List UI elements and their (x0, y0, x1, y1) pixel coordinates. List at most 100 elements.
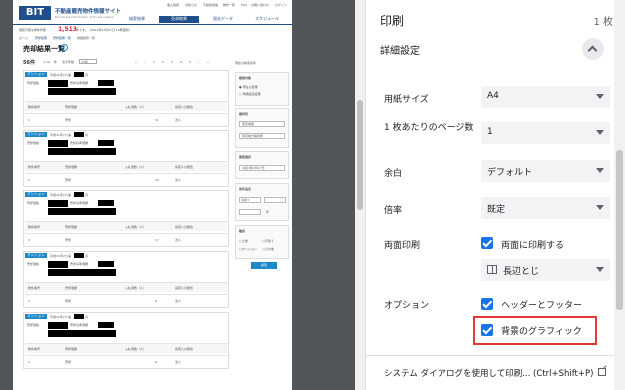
nav-item[interactable]: スケジュール (247, 16, 287, 22)
page-link[interactable]: ‹ (144, 60, 145, 64)
duplex-checkbox-label: 両面に印刷する (501, 241, 565, 251)
redacted-block (48, 140, 68, 147)
chevron-up-icon (587, 45, 598, 56)
type-checkbox[interactable]: □マンション (239, 247, 257, 251)
redacted-block (48, 200, 68, 207)
redacted-block (48, 208, 116, 215)
type-tag: マンション (25, 253, 47, 258)
paper-size-select[interactable]: A4 (481, 86, 610, 108)
table-row: 3 売却 17 法人 (25, 233, 227, 245)
open-external-icon[interactable] (598, 365, 607, 376)
result-card[interactable]: マンション 平成31年(ケ)第円売却価格 売却基準価額 物件番号 売却価額 入札者数（人）… (23, 190, 229, 247)
table-header: 物件番号 売却価額 入札者数（人） 買受人の属性 (25, 161, 227, 171)
filter-conditions: 条件指定 令和3 年 (235, 183, 289, 221)
duplex-label: 両面印刷 (384, 241, 421, 251)
redacted-block (74, 132, 84, 137)
duplex-checkbox[interactable] (481, 237, 493, 249)
divider (366, 355, 615, 356)
print-settings-panel: 印刷 1 枚 詳細設定 用紙サイズ A4 1 枚あたりのページ数 1 余白 デフ… (365, 0, 625, 390)
from-month[interactable] (264, 197, 286, 203)
per-page-select[interactable]: 10件 (79, 59, 97, 64)
top-link[interactable]: 物件一覧 (223, 3, 235, 7)
redacted-block (98, 322, 114, 328)
table-header: 物件番号 売却価額 入札者数（人） 買受人の属性 (25, 343, 227, 353)
scale-label: 倍率 (384, 206, 403, 216)
book-icon (487, 265, 497, 274)
filter-period: 期間選択 令和3年2月17日 (235, 151, 289, 179)
search-button[interactable]: 検索 (251, 262, 277, 269)
date-select[interactable]: 令和3年2月17日 (239, 165, 285, 171)
page-link[interactable]: 2 (162, 60, 164, 64)
top-links: 個人情報 お知らせ 不動産用語 物件一覧 FAQ お問い合わせ ログイン (167, 3, 289, 9)
top-link[interactable]: ログイン (275, 3, 287, 7)
chevron-down-icon (596, 130, 604, 135)
type-checkbox[interactable]: □その他 (262, 247, 274, 251)
print-title: 印刷 (380, 14, 405, 28)
nav-item[interactable]: 検索結果 (117, 16, 157, 22)
page-link[interactable]: 1 (153, 60, 155, 64)
page-link[interactable]: » (207, 60, 209, 64)
options-label: オプション (384, 301, 430, 311)
page-link[interactable]: « (135, 60, 137, 64)
result-card[interactable]: マンション 平成31年(ケ)第円売却価格 売却基準価額 物件番号 売却価額 入札者数（人）… (23, 312, 229, 369)
redacted-block (48, 261, 68, 268)
top-link[interactable]: FAQ (241, 3, 247, 7)
collapse-button[interactable] (582, 38, 604, 60)
redacted-block (74, 253, 84, 258)
top-link[interactable]: お問い合わせ (251, 3, 269, 7)
result-card[interactable]: マンション 平成31年(ケ)第円売却価格 売却基準価額 物件番号 売却価額 入札者数（人）… (23, 70, 229, 127)
type-checkbox[interactable]: □戸建て (262, 239, 274, 243)
to-select[interactable] (239, 209, 261, 215)
redacted-block (98, 140, 114, 146)
redacted-block (74, 192, 84, 197)
top-link[interactable]: 不動産用語 (203, 3, 218, 7)
site-nav: 検索結果 売却結果 過去データ スケジュール (117, 16, 289, 24)
from-select[interactable]: 令和3 (239, 197, 261, 203)
redacted-block (74, 314, 84, 319)
chevron-down-icon (596, 205, 604, 210)
page-link[interactable]: › (198, 60, 199, 64)
top-link[interactable]: お知らせ (185, 3, 197, 7)
scrollbar-thumb[interactable] (616, 150, 623, 310)
result-card[interactable]: マンション 平成31年(ケ)第円売却価格 売却基準価額 物件番号 売却価額 入札者数（人）… (23, 130, 229, 187)
page-link[interactable]: 4 (180, 60, 182, 64)
breadcrumb: ホーム 売却結果 売却結果一覧 地図検索一覧 (19, 36, 96, 40)
preview-scrollbar[interactable] (355, 0, 365, 390)
site-subtitle: Broadcast Information of Tri-set system (55, 15, 115, 19)
redacted-block (74, 72, 84, 77)
type-tag: マンション (25, 314, 47, 319)
table-header: 物件番号 売却価額 入札者数（人） 買受人の属性 (25, 101, 227, 111)
redacted-block (48, 88, 116, 95)
chevron-down-icon (596, 94, 604, 99)
nav-item-active[interactable]: 売却結果 (159, 16, 199, 23)
header-footer-checkbox[interactable] (481, 298, 493, 310)
radio-detail[interactable]: ○ 明細設定結果 (239, 92, 261, 96)
scrollbar-thumb[interactable] (357, 100, 363, 210)
table-header: 物件番号 売却価額 入札者数（人） 買受人の属性 (25, 282, 227, 292)
background-graphics-checkbox[interactable] (481, 324, 493, 336)
table-header: 物件番号 売却価額 入札者数（人） 買受人の属性 (25, 221, 227, 231)
chevron-down-icon (596, 168, 604, 173)
pagination: « ‹ 1 2 3 4 5 › » (135, 60, 227, 65)
binding-select[interactable]: 長辺とじ (481, 259, 610, 281)
redacted-block (98, 261, 114, 267)
type-checkbox[interactable]: □土地 (239, 239, 248, 243)
top-link[interactable]: 個人情報 (167, 3, 179, 7)
margin-label: 余白 (384, 169, 403, 179)
filter-target: 検索対象 ● 現在の結果 ○ 明細設定結果 (235, 72, 289, 106)
radio-current[interactable]: ● 現在の結果 (239, 85, 258, 89)
scale-select[interactable]: 既定 (481, 197, 610, 219)
court-select[interactable]: 東京地裁 (239, 121, 285, 127)
help-icon[interactable]: i (61, 44, 68, 51)
result-card[interactable]: マンション 平成31年(ケ)第円売却価格 売却基準価額 物件番号 売却価額 入札者数（人）… (23, 251, 229, 308)
type-tag: マンション (25, 192, 47, 197)
settings-scrollbar[interactable] (614, 0, 625, 390)
margin-select[interactable]: デフォルト (481, 160, 610, 182)
nav-item[interactable]: 過去データ (203, 16, 243, 22)
pages-per-sheet-select[interactable]: 1 (481, 122, 610, 144)
page-link[interactable]: 3 (171, 60, 173, 64)
court-select-2[interactable]: 東京地方裁判所 (239, 133, 285, 139)
result-count: 56件 (23, 60, 35, 66)
system-dialog-link[interactable]: システム ダイアログを使用して印刷... (Ctrl+Shift+P) (384, 367, 593, 379)
page-link[interactable]: 5 (189, 60, 191, 64)
